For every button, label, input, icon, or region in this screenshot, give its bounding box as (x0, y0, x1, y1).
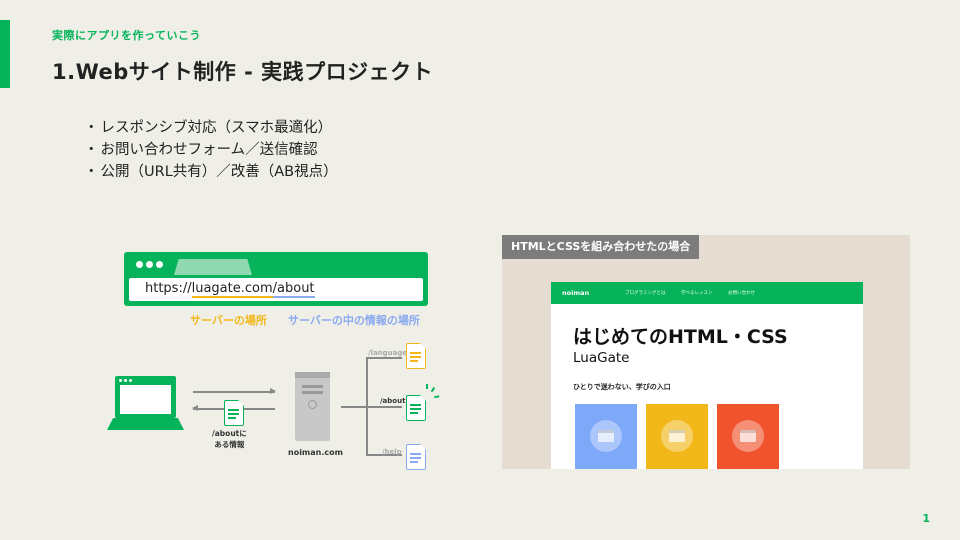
url-host: luagate.com (191, 281, 273, 298)
server-icon (295, 372, 330, 441)
list-item: お問い合わせフォーム／送信確認 (84, 139, 338, 161)
url-bar: https://luagate.com/about (129, 278, 423, 301)
document-icon (406, 394, 427, 421)
list-item: 公開（URL共有）／改善（AB視点） (84, 161, 338, 183)
server-disc (308, 400, 317, 409)
window-dot-icon (146, 261, 153, 268)
page-number: 1 (922, 512, 930, 525)
caption-line: ある情報 (214, 440, 245, 449)
window-icon (740, 430, 756, 442)
branch-line (366, 406, 402, 408)
highlight-spark (430, 387, 435, 392)
server-link-line (341, 406, 367, 408)
url-path: /about (272, 281, 315, 298)
site-nav-link[interactable]: 学べるレッスン (681, 290, 713, 296)
document-caption: /aboutに ある情報 (212, 428, 247, 450)
site-tagline: ひとりで迷わない、学びの入口 (573, 383, 671, 391)
browser-illustration: https://luagate.com/about (124, 252, 428, 306)
laptop-dot (124, 379, 127, 382)
browser-tab (174, 259, 252, 275)
laptop-display (120, 385, 171, 414)
laptop-dot (129, 379, 132, 382)
window-icon (669, 430, 685, 442)
lesson-card[interactable] (646, 404, 708, 469)
path-languages-label: /languages (368, 349, 412, 357)
server-label: noiman.com (288, 448, 343, 457)
site-nav-link[interactable]: プログラミングとは (625, 290, 666, 296)
site-navbar: noiman プログラミングとは 学べるレッスン お問い合わせ (551, 282, 863, 304)
list-item: レスポンシブ対応（スマホ最適化） (84, 117, 338, 139)
laptop-icon (115, 376, 176, 418)
lesson-card[interactable] (717, 404, 779, 469)
website-preview: noiman プログラミングとは 学べるレッスン お問い合わせ はじめてのHTM… (551, 282, 863, 469)
panel-label: HTMLとCSSを組み合わせたの場合 (502, 235, 700, 259)
document-icon (224, 399, 245, 426)
server-slot (302, 385, 323, 388)
slide-title: 1.Webサイト制作 - 実践プロジェクト (52, 60, 434, 84)
highlight-spark (426, 384, 428, 389)
path-help-label: /help (382, 448, 402, 456)
caption-line: /aboutに (212, 429, 247, 438)
document-icon (406, 443, 427, 470)
path-label: サーバーの中の情報の場所 (288, 314, 420, 327)
url-text: https://luagate.com/about (145, 281, 315, 298)
branch-line (366, 357, 402, 359)
site-logo: noiman (562, 289, 590, 297)
host-label: サーバーの場所 (190, 314, 267, 327)
request-arrow-icon (193, 388, 276, 394)
site-subheading: LuaGate (573, 350, 630, 366)
window-icon (598, 430, 614, 442)
window-dot-icon (136, 261, 143, 268)
server-slot (302, 391, 323, 394)
server-top (295, 372, 330, 378)
lesson-card[interactable] (575, 404, 637, 469)
window-dot-icon (156, 261, 163, 268)
path-about-label: /about (380, 397, 406, 405)
laptop-dot (119, 379, 122, 382)
section-kicker: 実際にアプリを作っていこう (52, 29, 201, 42)
url-scheme: https:// (145, 281, 192, 296)
laptop-base (107, 418, 184, 430)
highlight-spark (434, 395, 440, 398)
accent-bar (0, 20, 10, 88)
site-nav-link[interactable]: お問い合わせ (728, 290, 755, 296)
site-heading: はじめてのHTML・CSS (573, 326, 788, 348)
document-icon (406, 342, 427, 369)
feature-list: レスポンシブ対応（スマホ最適化） お問い合わせフォーム／送信確認 公開（URL共… (84, 117, 338, 183)
